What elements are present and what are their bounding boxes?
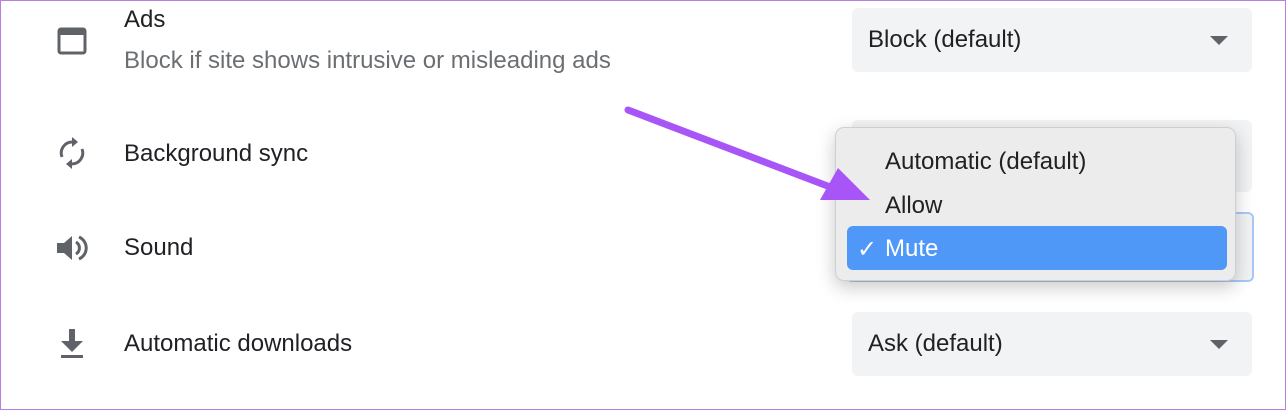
annotation-arrow-icon <box>624 106 870 200</box>
